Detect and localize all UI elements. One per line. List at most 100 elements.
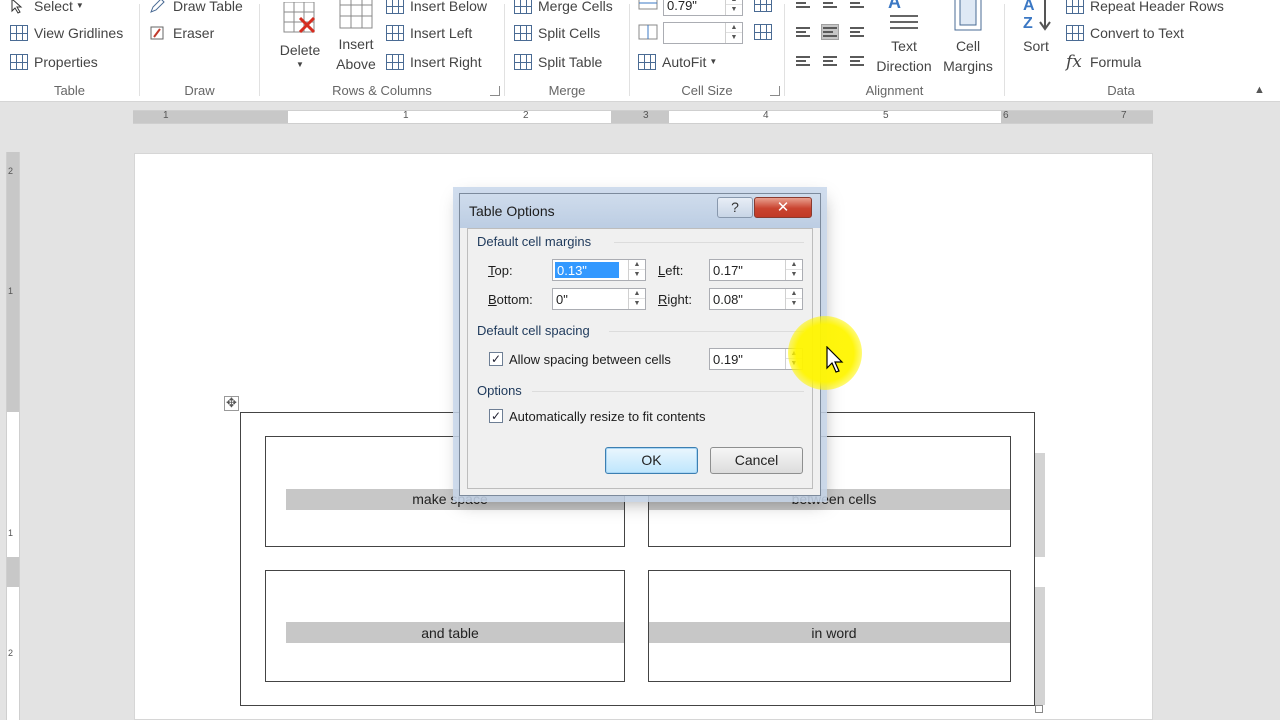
row-height-input[interactable]: ▲▼ <box>663 0 743 16</box>
ruler-number: 1 <box>8 286 14 296</box>
top-margin-input[interactable]: ▲▼ <box>552 259 646 281</box>
formula-button[interactable]: fx Formula <box>1066 51 1141 73</box>
close-button[interactable]: ✕ <box>754 197 812 218</box>
sort-icon: AZ <box>1019 0 1053 34</box>
section-divider <box>614 242 804 243</box>
insert-right-button[interactable]: Insert Right <box>386 51 482 73</box>
dialog-titlebar[interactable]: Table Options ? ✕ <box>460 194 820 228</box>
ruler-number: 2 <box>8 166 14 176</box>
cell-size-launcher-icon[interactable] <box>770 86 780 96</box>
repeat-header-rows-button[interactable]: Repeat Header Rows <box>1066 0 1224 17</box>
text-direction-button[interactable]: A Text Direction <box>871 0 937 76</box>
draw-group: Draw Table Eraser Draw <box>140 0 259 102</box>
distribute-columns-icon[interactable] <box>754 24 772 40</box>
align-center-icon[interactable] <box>821 24 839 40</box>
spin-down-icon[interactable]: ▼ <box>629 299 645 309</box>
ruler-margin-top <box>7 152 19 412</box>
spin-up-icon[interactable]: ▲ <box>786 289 802 299</box>
autofit-icon <box>638 54 656 70</box>
insert-left-button[interactable]: Insert Left <box>386 22 472 44</box>
merge-cells-button[interactable]: Merge Cells <box>514 0 613 17</box>
ok-button[interactable]: OK <box>605 447 698 474</box>
left-margin-field[interactable] <box>711 261 785 279</box>
allow-spacing-label[interactable]: Allow spacing between cells <box>509 352 671 367</box>
cell-spacing-field[interactable] <box>711 350 785 368</box>
spin-up-icon[interactable]: ▲ <box>786 260 802 270</box>
select-button[interactable]: Select ▼ <box>10 0 84 17</box>
convert-to-text-button[interactable]: Convert to Text <box>1066 22 1184 44</box>
properties-button[interactable]: Properties <box>10 51 98 73</box>
table-move-handle-icon[interactable]: ✥ <box>224 396 239 411</box>
view-gridlines-button[interactable]: View Gridlines <box>10 22 123 44</box>
ruler-row-marker[interactable] <box>7 557 19 587</box>
convert-to-text-icon <box>1066 25 1084 41</box>
horizontal-ruler[interactable]: 1 1 2 3 4 5 6 7 <box>0 103 1280 129</box>
options-section-label: Options <box>477 383 522 398</box>
spin-down-icon[interactable]: ▼ <box>726 33 742 43</box>
help-button[interactable]: ? <box>717 197 753 218</box>
svg-text:A: A <box>888 0 901 12</box>
insert-below-button[interactable]: Insert Below <box>386 0 487 17</box>
properties-icon <box>10 54 28 70</box>
spin-up-icon[interactable]: ▲ <box>629 289 645 299</box>
left-margin-spinner[interactable]: ▲ ▼ <box>785 260 802 280</box>
rows-columns-launcher-icon[interactable] <box>490 86 500 96</box>
sort-button[interactable]: AZ Sort <box>1013 0 1059 56</box>
split-table-button[interactable]: Split Table <box>514 51 602 73</box>
row-end-marker <box>1035 587 1045 705</box>
column-width-icon <box>638 24 658 40</box>
merge-cells-icon <box>514 0 532 14</box>
insert-right-icon <box>386 54 404 70</box>
top-margin-spinner[interactable]: ▲ ▼ <box>628 260 645 280</box>
column-width-spinner[interactable]: ▲ ▼ <box>725 23 742 43</box>
align-top-right-icon[interactable] <box>849 0 865 10</box>
bottom-margin-spinner[interactable]: ▲ ▼ <box>628 289 645 309</box>
right-margin-spinner[interactable]: ▲ ▼ <box>785 289 802 309</box>
align-top-left-icon[interactable] <box>795 0 811 10</box>
spin-down-icon[interactable]: ▼ <box>786 299 802 309</box>
delete-button[interactable]: Delete ▼ <box>268 1 332 70</box>
ruler-track[interactable]: 1 1 2 3 4 5 6 7 <box>133 110 1153 124</box>
spin-down-icon[interactable]: ▼ <box>726 5 742 15</box>
cell-margins-button[interactable]: Cell Margins <box>935 0 1001 76</box>
spin-up-icon[interactable]: ▲ <box>629 260 645 270</box>
right-margin-input[interactable]: ▲▼ <box>709 288 803 310</box>
spin-up-icon[interactable]: ▲ <box>726 23 742 33</box>
ruler-margin-left <box>133 111 288 123</box>
vertical-ruler[interactable]: 2 1 1 2 <box>6 152 20 720</box>
alignment-group: A Text Direction Cell Margins Alignment <box>785 0 1004 102</box>
rows-columns-group-label: Rows & Columns <box>332 83 432 98</box>
align-center-right-icon[interactable] <box>849 25 865 39</box>
insert-above-button[interactable]: Insert Above <box>330 0 382 74</box>
distribute-rows-icon[interactable] <box>754 0 772 12</box>
right-margin-field[interactable] <box>711 290 785 308</box>
cancel-button[interactable]: Cancel <box>710 447 803 474</box>
ruler-column-marker[interactable] <box>611 111 669 123</box>
row-height-spinner[interactable]: ▲▼ <box>725 0 742 15</box>
align-top-center-icon[interactable] <box>822 0 838 10</box>
table-group-label: Table <box>53 83 86 98</box>
auto-resize-label[interactable]: Automatically resize to fit contents <box>509 409 706 424</box>
align-bottom-center-icon[interactable] <box>822 54 838 68</box>
autofit-button[interactable]: AutoFit ▼ <box>638 51 717 73</box>
draw-table-button[interactable]: Draw Table <box>149 0 243 17</box>
svg-text:A: A <box>1023 0 1035 14</box>
auto-resize-checkbox[interactable]: ✓ <box>489 409 503 423</box>
formula-fx-icon: fx <box>1066 52 1082 72</box>
collapse-ribbon-icon[interactable]: ▲ <box>1254 84 1265 96</box>
left-margin-input[interactable]: ▲▼ <box>709 259 803 281</box>
top-margin-field[interactable] <box>555 262 619 278</box>
align-bottom-left-icon[interactable] <box>795 54 811 68</box>
column-width-input[interactable]: ▲ ▼ <box>663 22 743 44</box>
bottom-margin-field[interactable] <box>554 290 628 308</box>
align-bottom-right-icon[interactable] <box>849 54 865 68</box>
eraser-button[interactable]: Eraser <box>149 22 214 44</box>
align-center-left-icon[interactable] <box>795 25 811 39</box>
split-cells-button[interactable]: Split Cells <box>514 22 600 44</box>
allow-spacing-checkbox[interactable]: ✓ <box>489 352 503 366</box>
ruler-number: 2 <box>8 648 14 658</box>
spin-down-icon[interactable]: ▼ <box>786 270 802 280</box>
spin-down-icon[interactable]: ▼ <box>629 270 645 280</box>
table-resize-handle[interactable] <box>1035 705 1043 713</box>
bottom-margin-input[interactable]: ▲▼ <box>552 288 646 310</box>
